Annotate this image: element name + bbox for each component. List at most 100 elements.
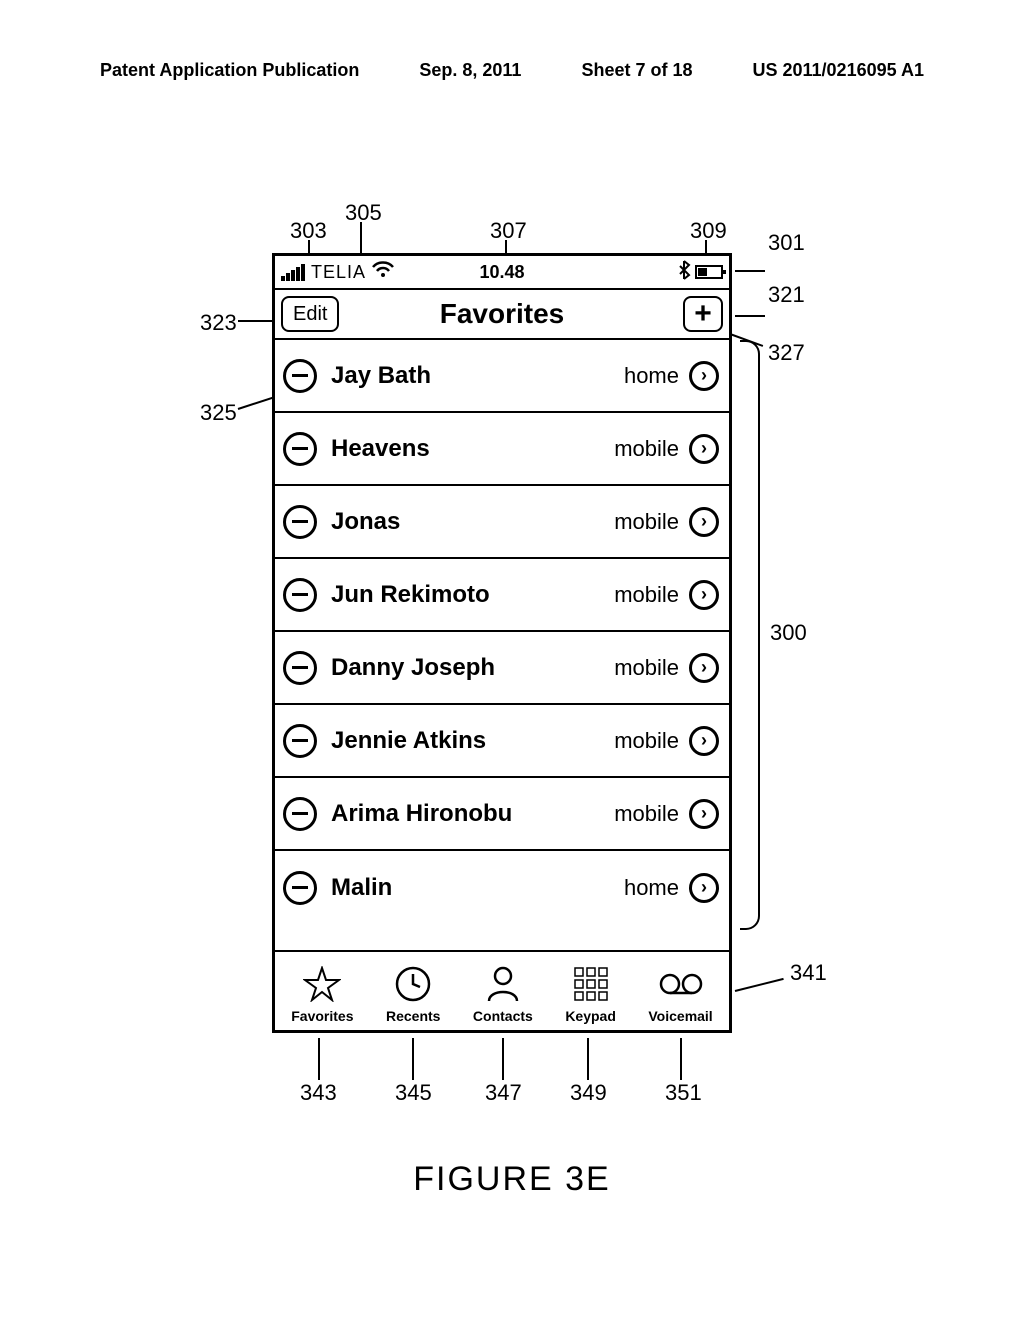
status-bar: TELIA 10.48 xyxy=(275,256,729,290)
phone-type: mobile xyxy=(614,801,679,827)
delete-icon[interactable] xyxy=(283,432,317,466)
lead-349 xyxy=(587,1038,589,1080)
clock: 10.48 xyxy=(479,262,524,283)
phone-type: mobile xyxy=(614,582,679,608)
contact-name: Danny Joseph xyxy=(331,654,614,682)
tab-contacts[interactable]: Contacts xyxy=(473,964,533,1024)
carrier-label: TELIA xyxy=(311,262,366,283)
header-date: Sep. 8, 2011 xyxy=(419,60,521,81)
detail-disclosure-icon[interactable]: › xyxy=(689,580,719,610)
ref-301: 301 xyxy=(768,230,805,256)
favorites-list: Jay Bath home › Heavens mobile › Jonas m… xyxy=(275,340,729,924)
ref-341: 341 xyxy=(790,960,827,986)
list-item[interactable]: Heavens mobile › xyxy=(275,413,729,486)
page-header: Patent Application Publication Sep. 8, 2… xyxy=(0,60,1024,81)
tab-label: Keypad xyxy=(565,1008,616,1024)
lead-321 xyxy=(735,315,765,317)
tab-voicemail[interactable]: Voicemail xyxy=(648,964,712,1024)
ref-351: 351 xyxy=(665,1080,702,1106)
delete-icon[interactable] xyxy=(283,359,317,393)
lead-301 xyxy=(735,270,765,272)
ref-345: 345 xyxy=(395,1080,432,1106)
header-pubno: US 2011/0216095 A1 xyxy=(752,60,923,81)
phone-type: home xyxy=(624,875,679,901)
detail-disclosure-icon[interactable]: › xyxy=(689,507,719,537)
keypad-icon xyxy=(573,964,609,1004)
delete-icon[interactable] xyxy=(283,578,317,612)
contact-name: Jonas xyxy=(331,508,614,536)
tab-keypad[interactable]: Keypad xyxy=(565,964,616,1024)
figure-label: FIGURE 3E xyxy=(413,1160,610,1199)
lead-343 xyxy=(318,1038,320,1080)
tab-recents[interactable]: Recents xyxy=(386,964,440,1024)
list-item[interactable]: Danny Joseph mobile › xyxy=(275,632,729,705)
ref-309: 309 xyxy=(690,218,727,244)
list-item[interactable]: Arima Hironobu mobile › xyxy=(275,778,729,851)
contact-name: Jun Rekimoto xyxy=(331,581,614,609)
wifi-icon xyxy=(372,261,394,284)
delete-icon[interactable] xyxy=(283,651,317,685)
header-left: Patent Application Publication xyxy=(100,60,359,81)
tab-label: Voicemail xyxy=(648,1008,712,1024)
lead-345 xyxy=(412,1038,414,1080)
detail-disclosure-icon[interactable]: › xyxy=(689,873,719,903)
contact-name: Arima Hironobu xyxy=(331,800,614,828)
contact-name: Heavens xyxy=(331,435,614,463)
person-icon xyxy=(486,964,520,1004)
ref-343: 343 xyxy=(300,1080,337,1106)
ref-307: 307 xyxy=(490,218,527,244)
delete-icon[interactable] xyxy=(283,724,317,758)
ref-323: 323 xyxy=(200,310,237,336)
lead-305 xyxy=(360,222,362,257)
detail-disclosure-icon[interactable]: › xyxy=(689,653,719,683)
detail-disclosure-icon[interactable]: › xyxy=(689,726,719,756)
ref-305: 305 xyxy=(345,200,382,226)
tab-favorites[interactable]: Favorites xyxy=(291,964,353,1024)
ref-325: 325 xyxy=(200,400,237,426)
delete-icon[interactable] xyxy=(283,797,317,831)
phone-type: mobile xyxy=(614,509,679,535)
tab-label: Contacts xyxy=(473,1008,533,1024)
phone-type: mobile xyxy=(614,655,679,681)
lead-347 xyxy=(502,1038,504,1080)
phone-frame: TELIA 10.48 Edit Favorites + Jay Bath ho… xyxy=(272,253,732,1033)
edit-button[interactable]: Edit xyxy=(281,296,339,332)
phone-type: mobile xyxy=(614,436,679,462)
ref-349: 349 xyxy=(570,1080,607,1106)
header-sheet: Sheet 7 of 18 xyxy=(581,60,692,81)
clock-icon xyxy=(394,964,432,1004)
list-item[interactable]: Jun Rekimoto mobile › xyxy=(275,559,729,632)
list-item[interactable]: Jonas mobile › xyxy=(275,486,729,559)
delete-icon[interactable] xyxy=(283,505,317,539)
voicemail-icon xyxy=(659,964,703,1004)
list-item[interactable]: Jennie Atkins mobile › xyxy=(275,705,729,778)
detail-disclosure-icon[interactable]: › xyxy=(689,799,719,829)
tab-label: Favorites xyxy=(291,1008,353,1024)
ref-327: 327 xyxy=(768,340,805,366)
list-item[interactable]: Jay Bath home › xyxy=(275,340,729,413)
lead-341 xyxy=(735,978,784,992)
bluetooth-icon xyxy=(677,260,691,285)
ref-321: 321 xyxy=(768,282,805,308)
tab-label: Recents xyxy=(386,1008,440,1024)
brace-300 xyxy=(740,340,760,930)
lead-351 xyxy=(680,1038,682,1080)
list-item[interactable]: Malin home › xyxy=(275,851,729,924)
add-button[interactable]: + xyxy=(683,296,723,332)
contact-name: Malin xyxy=(331,874,624,902)
nav-bar: Edit Favorites + xyxy=(275,290,729,340)
page-title: Favorites xyxy=(440,298,565,330)
tab-bar: Favorites Recents Contacts xyxy=(275,950,729,1030)
ref-347: 347 xyxy=(485,1080,522,1106)
detail-disclosure-icon[interactable]: › xyxy=(689,361,719,391)
contact-name: Jennie Atkins xyxy=(331,727,614,755)
contact-name: Jay Bath xyxy=(331,362,624,390)
delete-icon[interactable] xyxy=(283,871,317,905)
star-icon xyxy=(303,964,341,1004)
phone-type: mobile xyxy=(614,728,679,754)
phone-type: home xyxy=(624,363,679,389)
signal-icon xyxy=(281,264,305,281)
battery-icon xyxy=(695,265,723,279)
detail-disclosure-icon[interactable]: › xyxy=(689,434,719,464)
ref-300: 300 xyxy=(770,620,807,646)
